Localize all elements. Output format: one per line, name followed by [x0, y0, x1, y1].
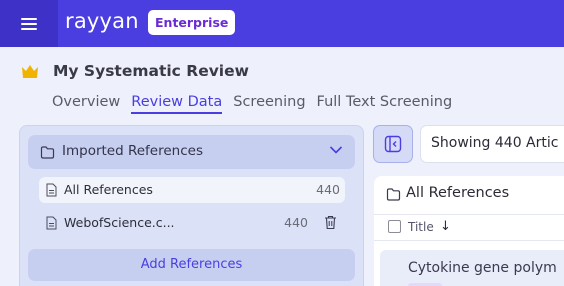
tab-review-data[interactable]: Review Data	[131, 94, 223, 114]
results-count-bar: Showing 440 Artic	[420, 125, 564, 163]
sidebar-item-label: WebofScience.c...	[64, 215, 175, 230]
divider	[374, 240, 564, 241]
hamburger-menu-button[interactable]	[0, 0, 58, 47]
top-navigation-bar: rayyan Enterprise	[0, 0, 564, 47]
article-title: Cytokine gene polym	[408, 260, 557, 276]
review-tabs: Overview Review Data Screening Full Text…	[52, 94, 463, 114]
results-count-text: Showing 440 Artic	[431, 135, 559, 151]
table-row[interactable]: Cytokine gene polym	[380, 250, 564, 286]
folder-icon	[40, 146, 55, 159]
section-title: All References	[406, 185, 510, 201]
document-icon	[46, 183, 57, 197]
column-header-title[interactable]: Title	[408, 220, 434, 234]
imported-references-label: Imported References	[62, 143, 203, 159]
sidebar-item-all-references[interactable]: All References 440	[39, 177, 345, 203]
sidebar-item-count: 440	[316, 182, 340, 197]
sort-arrow-icon[interactable]: ↓	[440, 219, 451, 234]
review-title: My Systematic Review	[53, 62, 249, 80]
hamburger-menu-icon	[21, 15, 37, 33]
tab-full-text-screening[interactable]: Full Text Screening	[317, 94, 453, 114]
folder-icon	[386, 188, 401, 201]
references-list-panel: All References Title ↓ Cytokine gene pol…	[374, 176, 564, 286]
collapse-panel-icon	[384, 135, 402, 153]
sidebar-item-webofscience[interactable]: WebofScience.c... 440	[39, 210, 345, 236]
references-sidebar: Imported References All References 440 W…	[19, 125, 364, 286]
chevron-down-icon[interactable]	[329, 145, 343, 155]
document-icon	[46, 216, 57, 230]
select-all-checkbox[interactable]	[388, 220, 401, 233]
collapse-sidebar-button[interactable]	[373, 125, 413, 163]
trash-icon[interactable]	[324, 215, 337, 230]
imported-references-header[interactable]: Imported References	[28, 135, 355, 169]
add-references-button[interactable]: Add References	[28, 249, 355, 281]
sidebar-item-count: 440	[284, 215, 308, 230]
plan-badge: Enterprise	[148, 10, 236, 35]
divider	[374, 214, 564, 215]
crown-folder-icon	[22, 65, 38, 78]
tab-overview[interactable]: Overview	[52, 94, 120, 114]
tab-screening[interactable]: Screening	[233, 94, 305, 114]
sidebar-item-label: All References	[64, 182, 153, 197]
brand-logo[interactable]: rayyan	[65, 9, 139, 33]
